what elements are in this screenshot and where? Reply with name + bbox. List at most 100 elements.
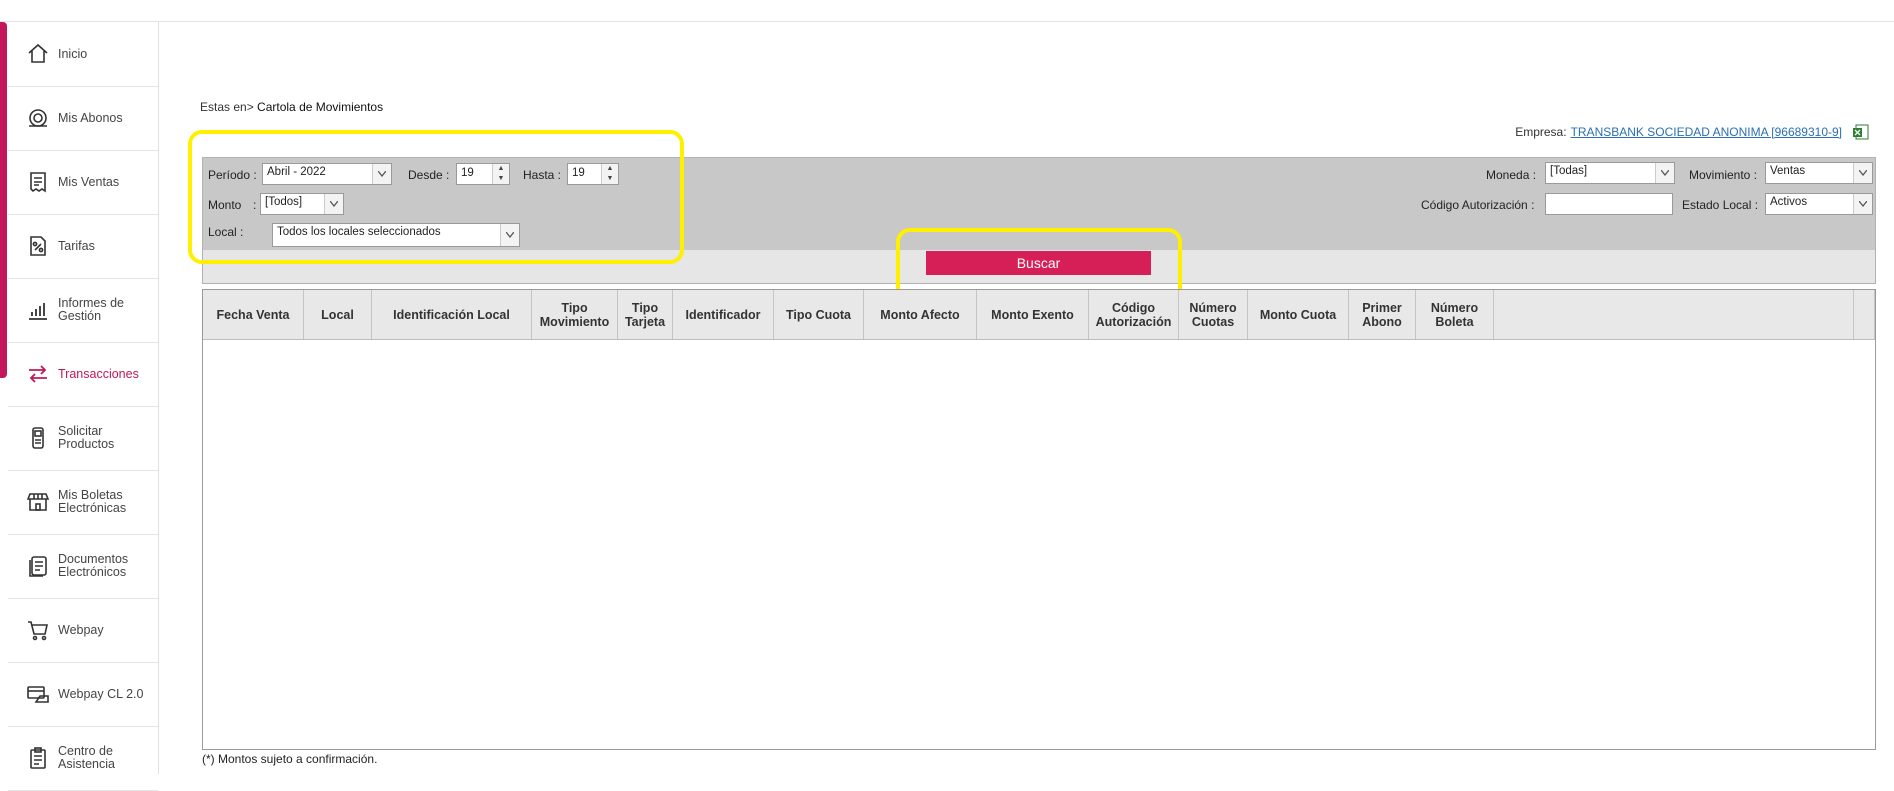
chevron-down-icon xyxy=(1655,163,1674,183)
column-header[interactable]: Local xyxy=(304,290,372,339)
moneda-value: [Todas] xyxy=(1550,165,1588,177)
empresa-info: Empresa: TRANSBANK SOCIEDAD ANONIMA [966… xyxy=(1515,123,1870,141)
sidebar-item-webpay[interactable]: Webpay xyxy=(8,598,158,663)
receipt-icon xyxy=(24,168,52,196)
results-table: Fecha Venta Local Identificación Local T… xyxy=(202,289,1876,750)
pos-terminal-icon xyxy=(24,424,52,452)
sidebar-item-label: Transacciones xyxy=(58,366,139,381)
sidebar-item-label: Inicio xyxy=(58,46,88,61)
spin-up-icon[interactable]: ▲ xyxy=(492,164,509,174)
column-header[interactable]: Número Boleta xyxy=(1416,290,1494,339)
spin-up-icon[interactable]: ▲ xyxy=(601,164,618,174)
local-value: Todos los locales seleccionados xyxy=(277,226,441,238)
transfer-arrows-icon xyxy=(24,360,52,388)
sidebar-item-centro-de-asistencia[interactable]: Centro de Asistencia xyxy=(8,726,158,791)
monto-select[interactable]: [Todos] xyxy=(260,193,344,215)
coin-icon xyxy=(24,104,52,132)
monto-label: Monto xyxy=(208,198,242,212)
column-header[interactable]: Identificador xyxy=(673,290,774,339)
column-header[interactable]: Tipo Tarjeta xyxy=(618,290,673,339)
breadcrumb: Estas en> Cartola de Movimientos xyxy=(200,100,383,114)
sidebar-item-mis-ventas[interactable]: Mis Ventas xyxy=(8,150,158,215)
periodo-value: Abril - 2022 xyxy=(267,166,326,178)
spin-down-icon[interactable]: ▼ xyxy=(492,174,509,184)
column-header[interactable]: Tipo Cuota xyxy=(774,290,864,339)
scroll-header-cell xyxy=(1853,290,1875,339)
buscar-button[interactable]: Buscar xyxy=(926,251,1151,275)
column-header[interactable]: Número Cuotas xyxy=(1179,290,1248,339)
local-select[interactable]: Todos los locales seleccionados xyxy=(272,223,520,247)
clipboard-icon xyxy=(24,744,52,772)
sidebar-item-documentos-electronicos[interactable]: Documentos Electrónicos xyxy=(8,534,158,599)
card-payment-icon xyxy=(24,680,52,708)
excel-icon[interactable] xyxy=(1852,123,1870,141)
sidebar: Inicio Mis Abonos Mis Ventas Tarifas Inf… xyxy=(8,22,159,791)
empresa-link[interactable]: TRANSBANK SOCIEDAD ANONIMA [96689310-9] xyxy=(1571,125,1842,139)
column-header[interactable]: Monto Exento xyxy=(977,290,1089,339)
sidebar-item-label: Webpay xyxy=(58,622,104,637)
sidebar-item-mis-boletas-electronicas[interactable]: Mis Boletas Electrónicas xyxy=(8,470,158,535)
empresa-label: Empresa: xyxy=(1515,125,1567,139)
breadcrumb-current: Cartola de Movimientos xyxy=(257,100,384,114)
column-header[interactable]: Tipo Movimiento xyxy=(532,290,618,339)
store-icon xyxy=(24,488,52,516)
sidebar-item-tarifas[interactable]: Tarifas xyxy=(8,214,158,279)
hasta-value: 19 xyxy=(572,167,585,179)
bar-chart-icon xyxy=(24,296,52,324)
sidebar-item-solicitar-productos[interactable]: Solicitar Productos xyxy=(8,406,158,471)
estado-local-value: Activos xyxy=(1770,196,1808,208)
chevron-down-icon xyxy=(500,224,519,246)
breadcrumb-prefix: Estas en> xyxy=(200,100,254,114)
column-header[interactable]: Fecha Venta xyxy=(203,290,304,339)
sidebar-item-label: Documentos Electrónicos xyxy=(58,552,129,579)
moneda-select[interactable]: [Todas] xyxy=(1545,162,1675,184)
document-icon xyxy=(24,552,52,580)
column-header[interactable]: Código Autorización xyxy=(1089,290,1179,339)
moneda-label: Moneda : xyxy=(1486,168,1537,182)
cart-icon xyxy=(24,616,52,644)
column-header[interactable]: Primer Abono xyxy=(1349,290,1416,339)
monto-colon: : xyxy=(253,198,257,212)
percent-icon xyxy=(24,232,52,260)
spin-down-icon[interactable]: ▼ xyxy=(601,174,618,184)
chevron-down-icon xyxy=(372,164,391,184)
movimiento-label: Movimiento : xyxy=(1689,168,1758,182)
sidebar-item-informes-de-gestion[interactable]: Informes de Gestión xyxy=(8,278,158,343)
sidebar-item-mis-abonos[interactable]: Mis Abonos xyxy=(8,86,158,151)
movimiento-value: Ventas xyxy=(1770,165,1806,177)
footnote: (*) Montos sujeto a confirmación. xyxy=(202,752,378,766)
table-header: Fecha Venta Local Identificación Local T… xyxy=(203,290,1875,340)
filters-panel: Período : Abril - 2022 Desde : 19 ▲ ▼ Ha… xyxy=(202,157,1876,252)
sidebar-item-label: Solicitar Productos xyxy=(58,424,115,451)
column-header[interactable]: Monto Cuota xyxy=(1248,290,1349,339)
column-header[interactable]: Identificación Local xyxy=(372,290,532,339)
column-header[interactable]: Monto Afecto xyxy=(864,290,977,339)
movimiento-select[interactable]: Ventas xyxy=(1765,162,1873,184)
hasta-spinner[interactable]: 19 ▲ ▼ xyxy=(567,163,619,185)
codigo-autorizacion-label: Código Autorización : xyxy=(1421,198,1535,212)
estado-local-select[interactable]: Activos xyxy=(1765,193,1873,215)
desde-spinner[interactable]: 19 ▲ ▼ xyxy=(456,163,510,185)
estado-local-label: Estado Local : xyxy=(1682,198,1759,212)
sidebar-item-label: Webpay CL 2.0 xyxy=(58,686,144,701)
top-bar xyxy=(0,0,1894,22)
periodo-select[interactable]: Abril - 2022 xyxy=(262,163,392,185)
chevron-down-icon xyxy=(324,194,343,214)
sidebar-item-label: Mis Abonos xyxy=(58,110,123,125)
table-body xyxy=(203,340,1875,749)
sidebar-item-transacciones[interactable]: Transacciones xyxy=(8,342,158,407)
sidebar-item-label: Mis Ventas xyxy=(58,174,120,189)
hasta-label: Hasta : xyxy=(523,168,562,182)
monto-value: [Todos] xyxy=(265,196,303,208)
codigo-autorizacion-input[interactable] xyxy=(1545,193,1673,215)
sidebar-accent-bar xyxy=(0,22,7,378)
sidebar-item-label: Tarifas xyxy=(58,238,95,253)
home-icon xyxy=(24,40,52,68)
chevron-down-icon xyxy=(1853,194,1872,214)
sidebar-item-label: Mis Boletas Electrónicas xyxy=(58,488,127,515)
sidebar-item-inicio[interactable]: Inicio xyxy=(8,22,158,87)
sidebar-item-label: Informes de Gestión xyxy=(58,296,125,323)
sidebar-item-label: Centro de Asistencia xyxy=(58,744,115,771)
sidebar-item-webpay-cl-2[interactable]: Webpay CL 2.0 xyxy=(8,662,158,727)
desde-value: 19 xyxy=(461,167,474,179)
